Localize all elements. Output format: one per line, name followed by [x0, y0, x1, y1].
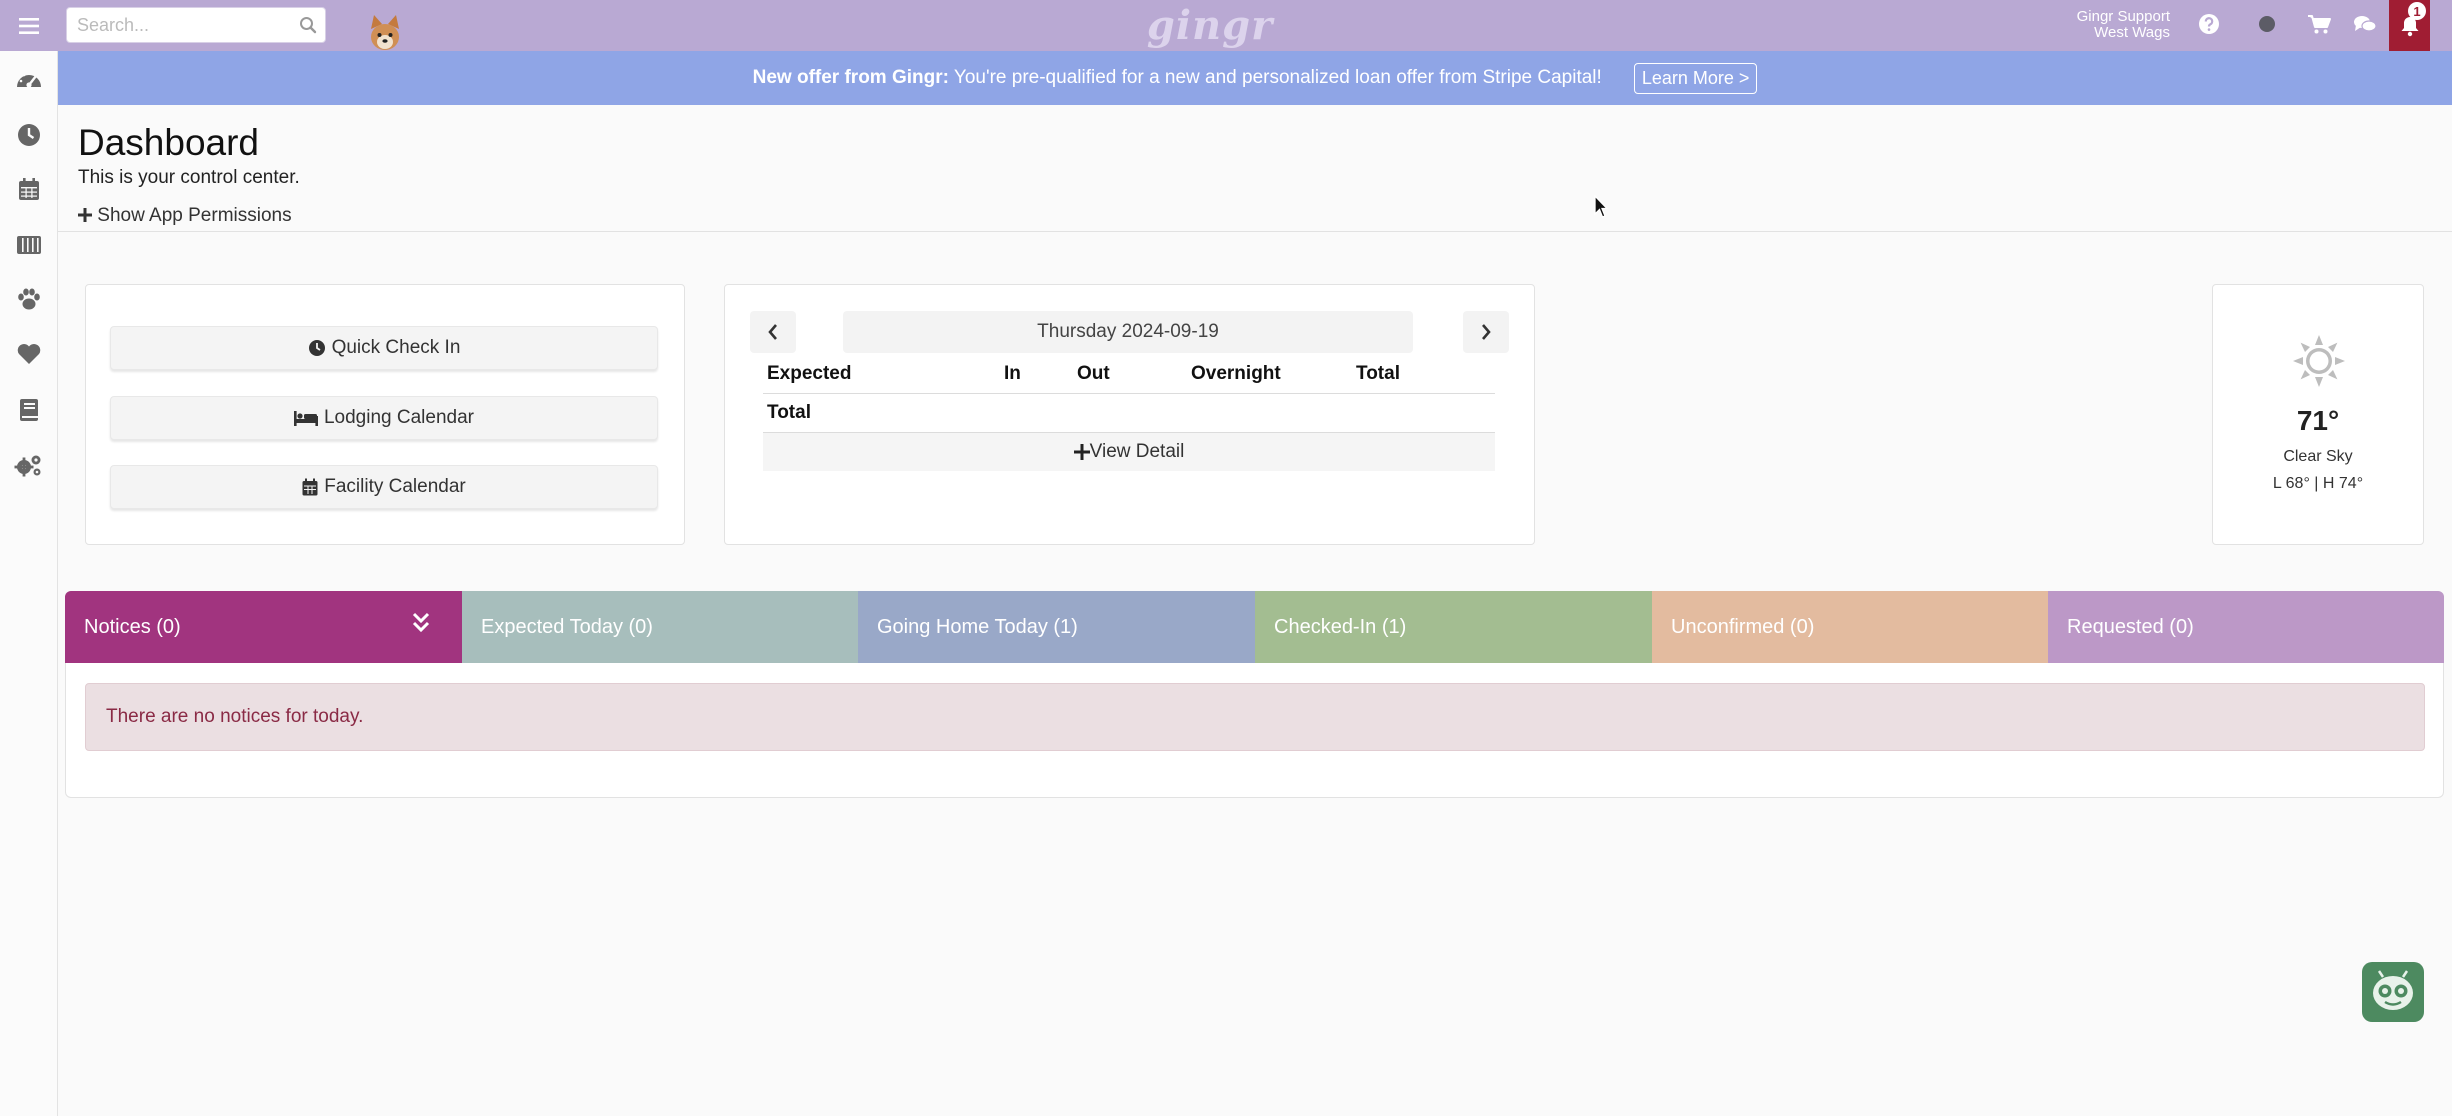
tab-going-home-today-label: Going Home Today (1) — [877, 615, 1078, 638]
paw-icon — [18, 288, 40, 310]
clock-icon — [308, 340, 325, 356]
book-icon — [20, 399, 38, 421]
calendar-icon — [302, 478, 318, 496]
notices-empty-message: There are no notices for today. — [85, 683, 2425, 751]
plus-icon — [1073, 444, 1090, 460]
menu-toggle-button[interactable] — [0, 0, 58, 51]
cart-icon[interactable] — [2307, 13, 2331, 35]
notification-count-badge: 1 — [2408, 2, 2426, 20]
nav-settings[interactable] — [0, 445, 58, 485]
nav-reports[interactable] — [0, 390, 58, 430]
notifications-button[interactable]: 1 — [2389, 0, 2430, 51]
banner-bold-text: New offer from Gingr: — [752, 67, 949, 88]
clock-icon — [18, 124, 40, 146]
tab-requested[interactable]: Requested (0) — [2048, 591, 2444, 663]
gingr-logo[interactable]: gingr — [1147, 0, 1272, 51]
table-divider — [763, 393, 1495, 394]
previous-day-button[interactable] — [750, 311, 796, 353]
location-name: West Wags — [2094, 24, 2170, 41]
banner-text: You're pre-qualified for a new and perso… — [948, 67, 1602, 88]
user-name: Gingr Support — [2076, 8, 2170, 25]
top-bar: gingr Gingr Support West Wags 1 — [0, 0, 2452, 51]
chevron-left-icon — [768, 324, 777, 340]
user-menu[interactable]: Gingr Support West Wags — [2040, 9, 2170, 41]
learn-more-button[interactable]: Learn More > — [1633, 62, 1758, 94]
lodging-calendar-button[interactable]: Lodging Calendar — [110, 396, 658, 440]
chat-assistant-button[interactable] — [2362, 962, 2424, 1022]
lodging-calendar-label: Lodging Calendar — [323, 407, 474, 428]
col-header-total: Total — [1356, 363, 1400, 384]
gears-icon — [14, 455, 41, 477]
nav-timeclock[interactable] — [0, 115, 58, 155]
tab-notices[interactable]: Notices (0) — [65, 591, 462, 663]
show-app-permissions-link[interactable]: Show App Permissions — [78, 205, 292, 227]
nav-dashboard[interactable] — [0, 59, 58, 99]
weather-range: L 68° | H 74° — [2272, 475, 2364, 492]
dog-mascot-icon — [371, 15, 399, 50]
quick-check-in-button[interactable]: Quick Check In — [110, 326, 658, 370]
facility-calendar-button[interactable]: Facility Calendar — [110, 465, 658, 509]
next-day-button[interactable] — [1463, 311, 1509, 353]
search-input[interactable] — [67, 8, 277, 42]
plus-icon — [78, 208, 92, 222]
nav-calendar[interactable] — [0, 169, 58, 209]
weather-temperature: 71° — [2296, 405, 2340, 436]
selected-date[interactable]: Thursday 2024-09-19 — [843, 311, 1413, 353]
chevron-right-icon — [1482, 324, 1491, 340]
show-app-permissions-label: Show App Permissions — [97, 205, 292, 226]
tab-unconfirmed-label: Unconfirmed (0) — [1671, 615, 1815, 638]
status-dot-icon[interactable] — [2257, 13, 2277, 35]
side-nav — [0, 51, 58, 1116]
chevron-double-down-icon[interactable] — [412, 612, 430, 634]
dashboard-gauge-icon — [17, 71, 41, 88]
col-header-overnight: Overnight — [1191, 363, 1281, 384]
bed-icon — [293, 411, 318, 426]
kennel-grid-icon — [17, 236, 41, 254]
mouse-cursor-icon — [1594, 195, 1608, 218]
nav-animals[interactable] — [0, 279, 58, 319]
col-header-expected: Expected — [767, 363, 852, 384]
hamburger-icon — [19, 17, 39, 34]
robot-icon — [2373, 970, 2413, 1010]
calendar-icon — [19, 178, 39, 200]
quick-check-in-label: Quick Check In — [331, 337, 461, 358]
facility-calendar-label: Facility Calendar — [324, 476, 466, 497]
tab-requested-label: Requested (0) — [2067, 615, 2194, 638]
nav-favorites[interactable] — [0, 334, 58, 374]
loan-offer-banner: New offer from Gingr: You're pre-qualifi… — [58, 51, 2452, 105]
chat-icon[interactable] — [2353, 13, 2377, 35]
tab-unconfirmed[interactable]: Unconfirmed (0) — [1652, 591, 2048, 663]
tab-expected-today-label: Expected Today (0) — [481, 615, 653, 638]
sun-icon — [2293, 335, 2345, 387]
total-row-label: Total — [767, 402, 811, 423]
help-icon[interactable] — [2198, 13, 2220, 35]
tab-checked-in[interactable]: Checked-In (1) — [1255, 591, 1652, 663]
col-header-out: Out — [1077, 363, 1110, 384]
view-detail-label: View Detail — [1089, 441, 1185, 462]
view-detail-button[interactable]: View Detail — [763, 433, 1495, 471]
heart-icon — [17, 344, 41, 364]
banner-message: New offer from Gingr: You're pre-qualifi… — [753, 67, 1602, 89]
tab-expected-today[interactable]: Expected Today (0) — [462, 591, 858, 663]
page-title: Dashboard — [78, 122, 260, 163]
col-header-in: In — [1004, 363, 1021, 384]
weather-description: Clear Sky — [2283, 448, 2353, 465]
tab-going-home-today[interactable]: Going Home Today (1) — [858, 591, 1255, 663]
search-icon[interactable] — [299, 16, 317, 34]
search-box — [66, 7, 326, 43]
page-subtitle: This is your control center. — [78, 167, 300, 188]
tab-checked-in-label: Checked-In (1) — [1274, 615, 1407, 638]
tab-notices-label: Notices (0) — [84, 615, 181, 638]
header-divider — [58, 231, 2452, 232]
nav-kennel[interactable] — [0, 225, 58, 265]
